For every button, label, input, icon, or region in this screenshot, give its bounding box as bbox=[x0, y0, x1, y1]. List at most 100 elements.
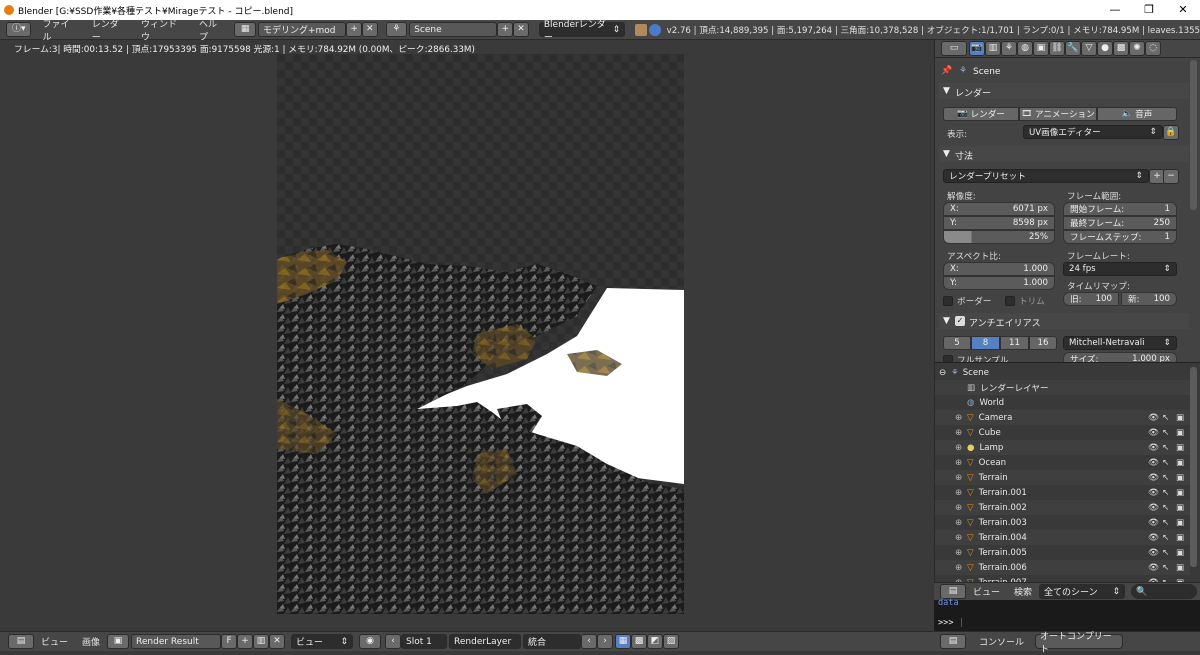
resolution-y-field[interactable]: Y: 8598 px bbox=[943, 216, 1055, 230]
remove-layout-button[interactable]: ✕ bbox=[361, 22, 378, 37]
antialiasing-checkbox[interactable]: ✓ bbox=[955, 316, 965, 326]
menu-image[interactable]: 画像 bbox=[75, 635, 107, 648]
eye-icon[interactable]: 👁 bbox=[1148, 533, 1162, 543]
unlink-image-button[interactable]: ✕ bbox=[269, 634, 286, 649]
expand-toggle-icon[interactable]: ⊕ bbox=[955, 533, 965, 543]
animation-button[interactable]: 🎞 アニメーション bbox=[1019, 107, 1097, 121]
render-camera-icon[interactable]: ▣ bbox=[1176, 503, 1190, 513]
outliner-item-row[interactable]: ⊕ ▽ Cube 👁 ↖ ▣ bbox=[935, 425, 1190, 440]
expand-toggle-icon[interactable]: ⊕ bbox=[955, 518, 965, 528]
minimize-button[interactable]: — bbox=[1098, 0, 1132, 20]
crop-checkbox[interactable]: トリム bbox=[1005, 295, 1045, 307]
cursor-select-icon[interactable]: ↖ bbox=[1162, 443, 1176, 453]
outliner-item-row[interactable]: ⊕ ▽ Terrain.005 👁 ↖ ▣ bbox=[935, 545, 1190, 560]
outliner-menu-search[interactable]: 検索 bbox=[1007, 585, 1039, 598]
expand-toggle-icon[interactable]: ⊕ bbox=[955, 413, 965, 423]
eye-icon[interactable]: 👁 bbox=[1148, 443, 1162, 453]
physics-tab-icon[interactable]: ◌ bbox=[1145, 41, 1161, 56]
outliner-scene-row[interactable]: ⊖ ⚘ Scene bbox=[935, 365, 1190, 380]
pass-prev-button[interactable]: ‹ bbox=[581, 634, 598, 649]
aspect-y-field[interactable]: Y: 1.000 bbox=[943, 276, 1055, 290]
audio-button[interactable]: 🔈 音声 bbox=[1097, 107, 1177, 121]
image-browse-icon[interactable]: ▣ bbox=[107, 634, 130, 649]
display-select[interactable]: UV画像エディター ⇕ bbox=[1023, 125, 1163, 139]
render-result-image[interactable] bbox=[277, 54, 684, 614]
menu-help[interactable]: ヘルプ bbox=[192, 17, 232, 43]
console-menu[interactable]: コンソール bbox=[972, 635, 1031, 648]
render-camera-icon[interactable]: ▣ bbox=[1176, 413, 1190, 423]
outliner-search-input[interactable]: 🔍 bbox=[1131, 584, 1198, 599]
particles-tab-icon[interactable]: ✺ bbox=[1129, 41, 1145, 56]
cursor-select-icon[interactable]: ↖ bbox=[1162, 488, 1176, 498]
cursor-select-icon[interactable]: ↖ bbox=[1162, 428, 1176, 438]
eye-icon[interactable]: 👁 bbox=[1148, 563, 1162, 573]
lock-interface-icon[interactable]: 🔒 bbox=[1163, 125, 1179, 140]
antialiasing-panel-header[interactable]: ▼ ✓ アンチエイリアス bbox=[939, 313, 1189, 329]
framerate-select[interactable]: 24 fps ⇕ bbox=[1063, 262, 1177, 276]
cursor-select-icon[interactable]: ↖ bbox=[1162, 413, 1176, 423]
eye-icon[interactable]: 👁 bbox=[1148, 473, 1162, 483]
render-camera-icon[interactable]: ▣ bbox=[1176, 518, 1190, 528]
outliner-item-row[interactable]: ⊕ ● Lamp 👁 ↖ ▣ bbox=[935, 440, 1190, 455]
aa-samples-8-button[interactable]: 8 bbox=[971, 336, 1000, 350]
aa-filter-select[interactable]: Mitchell-Netravali ⇕ bbox=[1063, 336, 1177, 350]
render-pass-select[interactable]: 統合 bbox=[523, 634, 582, 649]
eye-icon[interactable]: 👁 bbox=[1148, 413, 1162, 423]
cursor-select-icon[interactable]: ↖ bbox=[1162, 518, 1176, 528]
cursor-select-icon[interactable]: ↖ bbox=[1162, 563, 1176, 573]
outliner-item-row[interactable]: ◍ World bbox=[935, 395, 1190, 410]
aa-samples-16-button[interactable]: 16 bbox=[1029, 336, 1057, 350]
maximize-button[interactable]: ❐ bbox=[1132, 0, 1166, 20]
full-sample-checkbox[interactable]: フルサンプル bbox=[943, 354, 1008, 362]
render-tab-icon[interactable]: 📷 bbox=[969, 41, 985, 56]
outliner-display-mode-select[interactable]: 全てのシーン ⇕ bbox=[1039, 584, 1126, 599]
end-frame-field[interactable]: 最終フレーム: 250 bbox=[1063, 216, 1177, 230]
pin-icon[interactable]: 📌 bbox=[941, 66, 952, 76]
editor-type-icon[interactable]: ▤ bbox=[8, 634, 34, 649]
screen-layout-icon[interactable]: ▦ bbox=[234, 22, 256, 37]
expand-toggle-icon[interactable]: ⊕ bbox=[955, 443, 965, 453]
eye-icon[interactable]: 👁 bbox=[1148, 458, 1162, 468]
modifiers-tab-icon[interactable]: 🔧 bbox=[1065, 41, 1081, 56]
render-camera-icon[interactable]: ▣ bbox=[1176, 428, 1190, 438]
world-tab-icon[interactable]: ◍ bbox=[1017, 41, 1033, 56]
expand-toggle-icon[interactable]: ⊕ bbox=[955, 473, 965, 483]
remap-new-field[interactable]: 新: 100 bbox=[1121, 292, 1177, 306]
render-camera-icon[interactable]: ▣ bbox=[1176, 443, 1190, 453]
slot-select[interactable]: Slot 1 bbox=[401, 634, 448, 649]
render-camera-icon[interactable]: ▣ bbox=[1176, 473, 1190, 483]
outliner-item-row[interactable]: ⊕ ▽ Camera 👁 ↖ ▣ bbox=[935, 410, 1190, 425]
eye-icon[interactable]: 👁 bbox=[1148, 518, 1162, 528]
close-button[interactable]: ✕ bbox=[1166, 0, 1200, 20]
expand-toggle-icon[interactable]: ⊕ bbox=[955, 488, 965, 498]
cursor-select-icon[interactable]: ↖ bbox=[1162, 548, 1176, 558]
pass-next-button[interactable]: › bbox=[597, 634, 614, 649]
editor-type-icon[interactable]: ▤ bbox=[940, 584, 966, 599]
start-frame-field[interactable]: 開始フレーム: 1 bbox=[1063, 202, 1177, 216]
outliner-item-row[interactable]: ⊕ ▽ Terrain.002 👁 ↖ ▣ bbox=[935, 500, 1190, 515]
cursor-select-icon[interactable]: ↖ bbox=[1162, 533, 1176, 543]
outliner-item-row[interactable]: ⊕▽Terrain.007👁↖▣ bbox=[935, 575, 1190, 583]
outliner-item-row[interactable]: ⊕ ▽ Ocean 👁 ↖ ▣ bbox=[935, 455, 1190, 470]
new-image-button[interactable]: + bbox=[237, 634, 254, 649]
frame-step-field[interactable]: フレームステップ: 1 bbox=[1063, 230, 1177, 244]
expand-toggle-icon[interactable]: ⊕ bbox=[955, 563, 965, 573]
scene-icon[interactable]: ⚘ bbox=[385, 22, 408, 37]
editor-type-info-icon[interactable]: ⓘ▾ bbox=[6, 22, 32, 37]
view-mode-select[interactable]: ビュー ⇕ bbox=[291, 634, 354, 649]
aspect-x-field[interactable]: X: 1.000 bbox=[943, 262, 1055, 276]
eye-icon[interactable]: 👁 bbox=[1148, 428, 1162, 438]
draw-channels-icon[interactable]: ▩ bbox=[631, 634, 648, 649]
outliner-menu-view[interactable]: ビュー bbox=[966, 585, 1007, 598]
menu-file[interactable]: ファイル bbox=[35, 17, 84, 43]
outliner-item-row[interactable]: ⊕ ▽ Terrain.001 👁 ↖ ▣ bbox=[935, 485, 1190, 500]
outliner-item-row[interactable]: ⊕ ▽ Terrain 👁 ↖ ▣ bbox=[935, 470, 1190, 485]
draw-color-icon[interactable]: ▨ bbox=[663, 634, 680, 649]
editor-type-icon[interactable]: ▤ bbox=[940, 634, 966, 649]
console-prompt[interactable]: >>> | bbox=[938, 618, 964, 628]
resolution-percent-slider[interactable]: 25% bbox=[943, 230, 1055, 244]
add-scene-button[interactable]: + bbox=[497, 22, 514, 37]
remove-preset-button[interactable]: − bbox=[1163, 169, 1179, 184]
dimensions-panel-header[interactable]: ▼ 寸法 bbox=[939, 146, 1189, 162]
fake-user-button[interactable]: F bbox=[221, 634, 238, 649]
